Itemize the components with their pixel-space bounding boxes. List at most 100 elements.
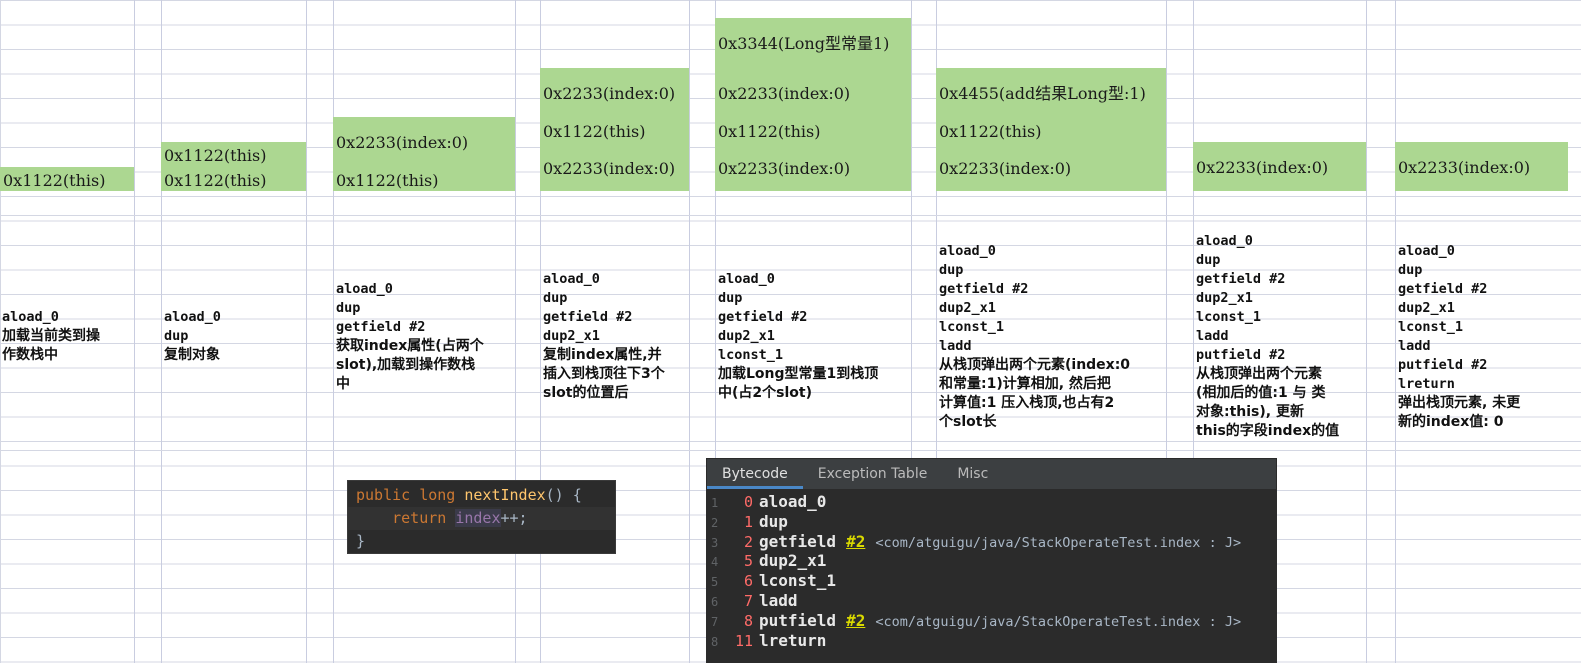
bytecode-offset: 11 [734,631,753,650]
tab-label: Misc [957,466,989,482]
tab-label: Bytecode [722,466,788,482]
stack-cell: 0x2233(index:0) [1196,158,1329,177]
stack-block-4: 0x2233(index:0) 0x1122(this) 0x2233(inde… [540,68,689,191]
instruction-line: lconst_1 [939,319,1005,335]
step-description-5: aload_0dup getfield #2 dup2_x1 lconst_1 加载Lo… [718,270,910,403]
code-punct: } [356,532,366,550]
bytecode-row[interactable]: 3 2 getfield #2 <com/atguigu/java/StackOpera… [707,532,1276,552]
instruction-line: getfield #2 [336,319,426,335]
step-description-7: aload_0 dup getfield #2 dup2_x1 lconst_1 ladd… [1196,232,1364,441]
tab-misc[interactable]: Misc [942,459,1003,489]
stack-cell: 0x3344(Long型常量1) [718,34,890,53]
bytecode-row[interactable]: 6 7 ladd [707,591,1276,611]
bytecode-offset: 2 [743,532,753,551]
stack-block-3: 0x2233(index:0) 0x1122(this) [333,117,515,191]
instruction-line: dup2_x1 [1398,300,1455,316]
bytecode-row[interactable]: 5 6 lconst_1 [707,571,1276,591]
opcode: aload_0 [759,492,827,511]
instruction-line: getfield #2 [1398,281,1488,297]
bytecode-offset: 1 [743,512,753,531]
instruction-line: lconst_1 [1196,309,1262,325]
instruction-line: aload_0 [1196,233,1253,249]
grid-vline [161,0,162,663]
bytecode-viewer-panel: Bytecode Exception Table Misc 1 0 aload_0 2… [706,458,1277,663]
opcode: dup [759,511,788,531]
instruction-line: dup [1398,262,1423,278]
stack-block-6: 0x4455(add结果Long型:1) 0x1122(this) 0x2233… [936,68,1166,191]
field-name: index [455,509,501,527]
instruction-line: dup [543,290,568,306]
bytecode-offset: 0 [743,493,753,511]
step-explanation: 弹出栈顶元素, 未更 新的index值: 0 [1398,395,1521,430]
instruction-line: lreturn [1398,376,1455,392]
step-explanation: 复制index属性,并 插入到栈顶往下3个 slot的位置后 [543,347,665,401]
instruction-line: dup2_x1 [718,328,775,344]
constant-pool-ref-link[interactable]: #2 [846,532,865,552]
instruction-line: ladd [939,338,972,354]
keyword: public [356,486,411,504]
instruction-line: lconst_1 [718,347,784,363]
step-description-3: aload_0 dup getfield #2 获取index属性(占两个 slot)… [336,280,514,394]
opcode: ladd [759,590,798,610]
instruction-line: ladd [1196,328,1229,344]
step-description-4: aload_0 dup getfield #2 dup2_x1 复制index属性,并 … [543,270,688,403]
step-explanation: 获取index属性(占两个 slot),加载到操作数栈 中 [336,338,484,392]
instruction-line: ladd [1398,338,1431,354]
grid-vline [134,0,135,663]
instruction-line: putfield #2 [1196,347,1286,363]
instruction-line: aload_0 [1398,243,1455,259]
instruction-line: aload_0 [939,243,996,259]
grid-vline [1366,0,1367,663]
grid-hline [0,450,1581,451]
bytecode-row[interactable]: 4 5 dup2_x1 [707,551,1276,571]
tab-bytecode[interactable]: Bytecode [707,459,803,489]
instruction-line: dup2_x1 [1196,290,1253,306]
instruction-line: getfield #2 [718,309,808,325]
instruction-line: lconst_1 [1398,319,1464,335]
keyword: return [392,509,447,527]
opcode: dup2_x1 [759,551,827,571]
step-explanation: 加载当前类到操 作数栈中 [2,328,100,363]
opcode: lreturn [759,630,827,650]
step-description-1: aload_0 加载当前类到操 作数栈中 [2,308,132,365]
stack-cell: 0x1122(this) [3,171,106,190]
grid-vline [333,0,334,663]
stack-cell: 0x2233(index:0) [718,159,851,178]
grid-vline [689,0,690,663]
constant-pool-ref-link[interactable]: #2 [846,611,865,631]
step-description-6: aload_0 dup getfield #2 dup2_x1 lconst_1 ladd… [939,242,1165,432]
line-number: 6 [711,594,719,609]
stack-cell: 0x1122(this) [164,171,267,190]
instruction-line: aload_0 [718,271,775,287]
grid-vline [1395,0,1396,663]
tab-label: Exception Table [817,466,928,482]
instruction-line: aload_0 [164,309,221,325]
bytecode-tabs: Bytecode Exception Table Misc [707,459,1276,490]
instruction-line: dup [939,262,964,278]
stack-cell: 0x1122(this) [164,146,267,165]
code-punct: ++; [500,509,528,527]
stack-cell: 0x2233(index:0) [336,133,469,152]
step-explanation: 加载Long型常量1到栈顶 中(占2个slot) [718,366,879,401]
java-source-snippet: public long nextIndex() { return index++… [348,481,615,553]
tab-exception-table[interactable]: Exception Table [803,459,943,489]
bytecode-listing: 1 0 aload_0 2 1 dup 3 2 getfield #2 <com/atguigu/j… [707,490,1276,662]
stack-block-1: 0x1122(this) [0,167,134,191]
instruction-line: getfield #2 [1196,271,1286,287]
instruction-line: dup [718,290,743,306]
operand-comment: <com/atguigu/java/StackOperateTest.index… [875,613,1242,630]
bytecode-row[interactable]: 7 8 putfield #2 <com/atguigu/java/StackOpera… [707,611,1276,631]
bytecode-row[interactable]: 8 11 lreturn [707,631,1276,651]
line-number: 2 [711,515,719,530]
bytecode-row[interactable]: 1 0 aload_0 [707,492,1276,512]
instruction-line: dup2_x1 [543,328,600,344]
step-explanation: 从栈顶弹出两个元素(index:0 和常量:1)计算相加, 然后把 计算值:1 … [939,357,1131,430]
stack-cell: 0x2233(index:0) [939,159,1072,178]
keyword: long [419,486,456,504]
line-number: 7 [711,614,719,629]
bytecode-offset: 5 [743,552,753,571]
step-description-8: aload_0dup getfield #2 dup2_x1 lconst_1ladd… [1398,242,1566,432]
stack-cell: 0x4455(add结果Long型:1) [939,84,1146,103]
line-number: 8 [711,634,719,649]
bytecode-row[interactable]: 2 1 dup [707,512,1276,532]
